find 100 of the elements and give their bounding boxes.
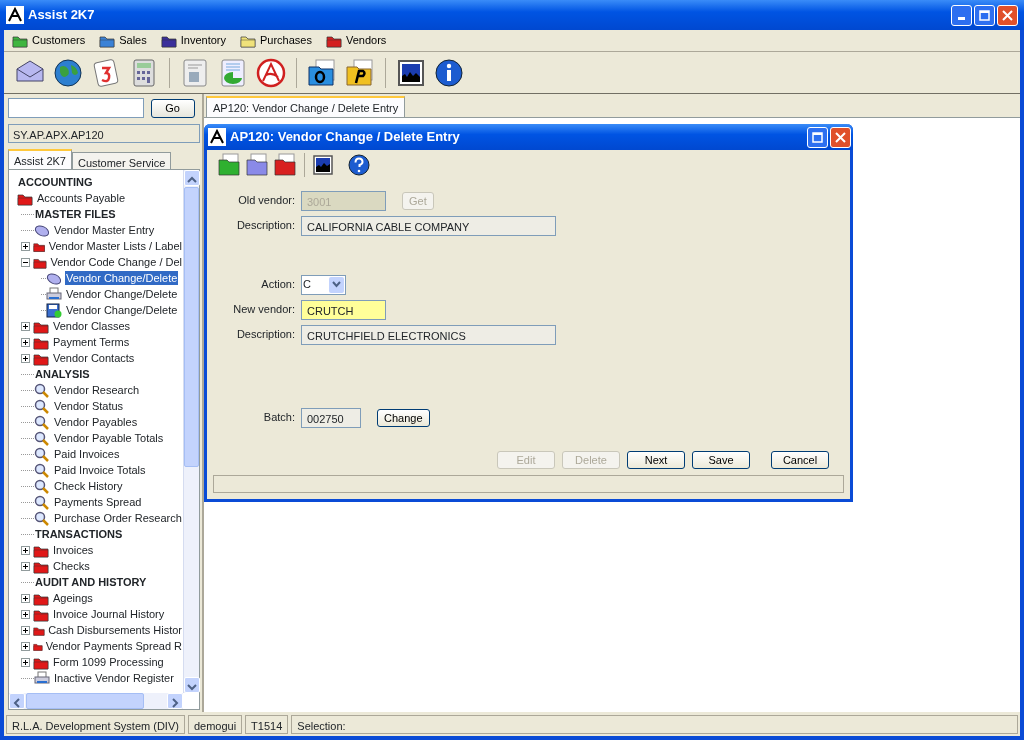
document-folder-icon[interactable]: [344, 56, 376, 89]
tree-item[interactable]: Inactive Vendor Register: [53, 671, 175, 685]
tree-item[interactable]: Purchase Order Research: [53, 511, 183, 525]
tree-item[interactable]: Form 1099 Processing: [52, 655, 165, 669]
minimize-button[interactable]: [951, 4, 972, 26]
globe-icon[interactable]: [52, 56, 84, 89]
tree-item[interactable]: Vendor Status: [53, 399, 125, 413]
tree-item[interactable]: Paid Invoices: [53, 447, 121, 461]
input-field[interactable]: CRUTCHFIELD ELECTRONICS: [301, 324, 556, 345]
vertical-scrollbar[interactable]: [183, 170, 199, 693]
tree-item[interactable]: Vendor Change/Delete: [65, 303, 179, 317]
app-logo-icon: [6, 6, 24, 24]
tree-item[interactable]: Invoices: [52, 543, 95, 557]
plus-icon: [22, 610, 29, 618]
field-label: New vendor:: [232, 302, 296, 318]
expand-toggle[interactable]: [21, 609, 30, 619]
input-field[interactable]: CRUTCH: [301, 299, 386, 320]
folder-icon[interactable]: [273, 153, 297, 177]
tree-item[interactable]: Vendor Payable Totals: [53, 431, 165, 445]
expand-toggle[interactable]: [21, 353, 30, 363]
pdf-icon[interactable]: [255, 56, 287, 89]
horizontal-scrollbar[interactable]: [9, 693, 183, 709]
tree-item[interactable]: Vendor Change/Delete: [65, 271, 179, 285]
expand-toggle[interactable]: [21, 561, 30, 571]
expand-toggle[interactable]: [21, 625, 30, 635]
expand-toggle[interactable]: [21, 241, 30, 251]
dialog-button[interactable]: Save: [692, 451, 750, 469]
expand-toggle[interactable]: [21, 641, 30, 651]
tree-item[interactable]: Ageings: [52, 591, 94, 605]
info-icon[interactable]: [433, 56, 465, 89]
tree-heading: TRANSACTIONS: [34, 527, 124, 541]
tree-heading: ANALYSIS: [34, 367, 91, 381]
folder-icon[interactable]: [245, 153, 269, 177]
plus-icon: [22, 354, 29, 362]
maximize-button[interactable]: [974, 4, 995, 26]
tree-item[interactable]: Payments Spread: [53, 495, 143, 509]
menu-item[interactable]: Customers: [10, 32, 88, 49]
maximize-icon: [979, 9, 990, 21]
menu-item[interactable]: Vendors: [323, 32, 389, 49]
go-button[interactable]: Go: [150, 98, 195, 118]
tree-item[interactable]: Vendor Master Entry: [53, 223, 156, 237]
dialog-button[interactable]: Next: [627, 451, 685, 469]
expand-toggle[interactable]: [21, 257, 30, 267]
expand-toggle[interactable]: [21, 593, 30, 603]
magnifier-icon: [34, 446, 50, 462]
tree-item[interactable]: Accounts Payable: [36, 191, 127, 205]
tree-item[interactable]: Paid Invoice Totals: [53, 463, 147, 477]
help-icon[interactable]: [347, 154, 370, 176]
search-field[interactable]: [8, 98, 144, 118]
tree-item[interactable]: Cash Disbursements Histor: [47, 623, 183, 637]
tree-item[interactable]: Checks: [52, 559, 91, 573]
sidebar-tab[interactable]: Customer Service: [71, 152, 172, 169]
close-button[interactable]: [997, 4, 1018, 26]
menu-item[interactable]: Inventory: [158, 32, 228, 49]
expand-toggle[interactable]: [21, 337, 30, 347]
expand-toggle[interactable]: [21, 657, 30, 667]
magnifier-icon: [34, 510, 50, 526]
close-button[interactable]: [830, 126, 851, 148]
tree-item[interactable]: Invoice Journal History: [52, 607, 166, 621]
menu-item[interactable]: Purchases: [237, 32, 314, 49]
tree-item[interactable]: Check History: [53, 479, 124, 493]
status-cell: R.L.A. Development System (DIV): [6, 714, 185, 734]
app-logo-icon: [208, 128, 226, 146]
picture-frame-icon[interactable]: [312, 154, 334, 176]
maximize-button[interactable]: [807, 126, 828, 148]
field-label: Description:: [235, 218, 296, 234]
action-dropdown[interactable]: C: [301, 274, 346, 295]
folder-icon[interactable]: [217, 153, 241, 177]
document-folder-icon[interactable]: [306, 56, 338, 89]
tree-item[interactable]: Vendor Payments Spread R: [44, 639, 183, 653]
tree-item[interactable]: Vendor Payables: [53, 415, 139, 429]
tree-item[interactable]: Vendor Master Lists / Label: [47, 239, 183, 253]
expand-toggle[interactable]: [21, 545, 30, 555]
status-cell: demogui: [187, 714, 243, 734]
document-tab[interactable]: AP120: Vendor Change / Delete Entry: [206, 96, 406, 117]
tree-item[interactable]: Vendor Classes: [52, 319, 132, 333]
field-button[interactable]: Change: [377, 408, 430, 427]
close-icon: [1002, 9, 1013, 21]
plus-icon: [22, 642, 29, 650]
field-label: Old vendor:: [237, 193, 296, 209]
printer-icon: [46, 286, 62, 302]
tree-item[interactable]: Vendor Code Change / Del: [49, 255, 183, 269]
caret-icon: [332, 281, 341, 288]
field-label: Description:: [235, 327, 296, 343]
tree-item[interactable]: Vendor Change/Delete: [65, 287, 179, 301]
menu-item[interactable]: Sales: [97, 32, 149, 49]
tree-item[interactable]: Vendor Contacts: [52, 351, 136, 365]
minimize-icon: [958, 16, 965, 20]
dialog-button[interactable]: Cancel: [771, 451, 829, 469]
oval-icon: [46, 270, 62, 286]
plus-icon: [22, 626, 29, 634]
tree-item[interactable]: Payment Terms: [52, 335, 131, 349]
expand-toggle[interactable]: [21, 321, 30, 331]
tree-item[interactable]: Vendor Research: [53, 383, 140, 397]
magnifier-icon: [34, 462, 50, 478]
input-field[interactable]: CALIFORNIA CABLE COMPANY: [301, 215, 556, 236]
dialog-title: AP120: Vendor Change / Delete Entry: [230, 128, 460, 147]
sidebar-tab[interactable]: Assist 2K7: [8, 149, 72, 169]
input-field[interactable]: 002750: [301, 407, 361, 428]
plus-icon: [22, 594, 29, 602]
